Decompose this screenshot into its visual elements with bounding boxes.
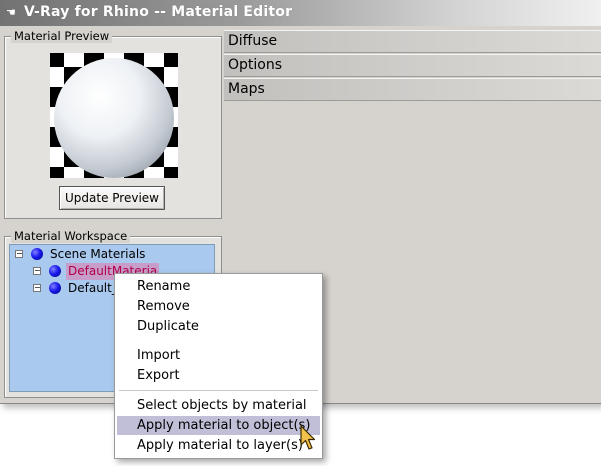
material-preview-group: Material Preview Update Preview [4,29,222,219]
menu-item-remove[interactable]: Remove [117,297,320,316]
collapse-icon[interactable]: − [33,267,41,275]
tree-item-scene-materials[interactable]: − Scene Materials [12,246,212,263]
material-ball-icon [49,282,61,294]
material-workspace-label: Material Workspace [11,229,131,243]
menu-item-select-objects-by-material[interactable]: Select objects by material [117,396,320,415]
material-sections: Diffuse Options Maps [224,30,601,102]
window-title: V-Ray for Rhino -- Material Editor [24,4,293,20]
menu-item-apply-material-to-layers[interactable]: Apply material to layer(s) [117,436,320,455]
menu-separator [119,390,318,391]
menu-item-export[interactable]: Export [117,366,320,385]
menu-item-apply-material-to-objects[interactable]: Apply material to object(s) [117,416,320,435]
menu-item-import[interactable]: Import [117,346,320,365]
section-options[interactable]: Options [224,54,601,77]
tree-item-label: Scene Materials [50,247,146,261]
vray-hand-icon: ☚ [6,6,16,19]
collapse-icon[interactable]: − [15,250,23,258]
menu-item-duplicate[interactable]: Duplicate [117,317,320,336]
material-preview-label: Material Preview [11,29,113,43]
title-bar[interactable]: ☚ V-Ray for Rhino -- Material Editor [0,0,601,26]
section-maps[interactable]: Maps [224,78,601,101]
preview-sphere-render [50,53,178,178]
material-ball-icon [49,265,61,277]
update-preview-button[interactable]: Update Preview [59,186,165,210]
hand-cursor-icon [300,425,316,450]
menu-item-rename[interactable]: Rename [117,277,320,296]
section-diffuse[interactable]: Diffuse [224,30,601,53]
material-context-menu: Rename Remove Duplicate Import Export Se… [114,273,323,459]
collapse-icon[interactable]: − [33,284,41,292]
tree-item-label: Default_ [68,281,118,295]
material-ball-icon [31,248,43,260]
material-preview-image [50,53,178,178]
